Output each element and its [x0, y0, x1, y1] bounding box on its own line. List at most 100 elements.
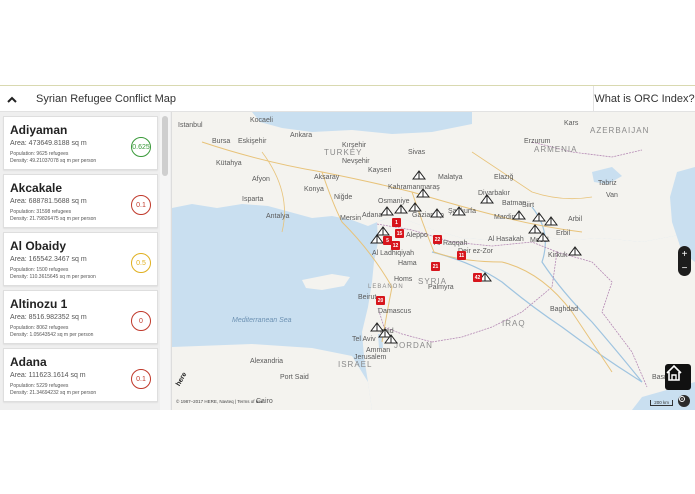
city-label: Alexandria — [250, 358, 284, 365]
city-label: Ankara — [290, 132, 313, 139]
camp-tent-icon[interactable] — [380, 206, 394, 216]
camp-name: Adiyaman — [10, 123, 68, 137]
map-marker[interactable]: 11 — [457, 251, 466, 260]
camp-tent-icon[interactable] — [452, 206, 466, 216]
zoom-in-button[interactable]: + — [678, 247, 691, 261]
map-settings-button[interactable] — [678, 395, 690, 407]
app-title: Syrian Refugee Conflict Map — [36, 93, 177, 105]
app-frame: Syrian Refugee Conflict Map What is ORC … — [0, 0, 695, 494]
city-label: Bursa — [212, 138, 231, 145]
city-label: Amman — [366, 347, 391, 354]
map-marker[interactable]: 1 — [392, 218, 401, 227]
map-marker[interactable]: 12 — [391, 241, 400, 250]
city-label: Kütahya — [216, 160, 242, 167]
collapse-button[interactable] — [4, 92, 20, 106]
city-label: Siirt — [522, 202, 535, 209]
map-view[interactable]: TURKEY SYRIA IRAQ ARMENIA AZERBAIJAN JOR… — [172, 112, 695, 410]
camp-tent-icon[interactable] — [370, 234, 384, 244]
city-label: Aksaray — [314, 174, 340, 181]
gear-icon — [679, 396, 685, 402]
camp-tent-icon[interactable] — [536, 232, 550, 242]
map-scale: 200 km — [650, 400, 673, 406]
city-label: Kahramanmaraş — [388, 184, 440, 191]
camp-card-al-obaidy[interactable]: Al Obaidy Area: 165542.3467 sq m Populat… — [3, 232, 158, 286]
orc-score-badge: 0.1 — [131, 195, 151, 215]
camp-density: Density: 110.3615645 sq m per person — [10, 274, 96, 280]
camp-tent-icon[interactable] — [568, 246, 582, 256]
camp-card-adana[interactable]: Adana Area: 111623.1614 sq m Population:… — [3, 348, 158, 402]
camp-list-sidebar[interactable]: Adiyaman Area: 473649.8188 sq m Populati… — [0, 112, 172, 410]
camp-population: Population: 31598 refugees — [10, 209, 72, 215]
city-label: Beirut — [358, 294, 377, 301]
camp-tent-icon[interactable] — [394, 204, 408, 214]
map-marker[interactable]: 15 — [395, 229, 404, 238]
city-label: Kirkuk — [548, 252, 568, 259]
city-label: Baghdad — [550, 306, 579, 313]
camp-card-adiyaman[interactable]: Adiyaman Area: 473649.8188 sq m Populati… — [3, 116, 158, 170]
orc-score-badge: 0.625 — [131, 137, 151, 157]
orc-score-badge: 0.1 — [131, 369, 151, 389]
camp-area: Area: 111623.1614 sq m — [10, 372, 86, 379]
city-label: Erbil — [556, 230, 571, 237]
camp-name: Adana — [10, 355, 47, 369]
country-label-jordan: JORDAN — [394, 341, 433, 350]
city-label: Antalya — [266, 213, 290, 220]
city-label: Isparta — [242, 196, 264, 203]
camp-tent-icon[interactable] — [412, 170, 426, 180]
scrollbar-thumb[interactable] — [162, 116, 168, 176]
chevron-up-icon — [7, 96, 17, 103]
city-label: Elazığ — [494, 174, 514, 181]
city-label: Al Hasakah — [488, 236, 524, 243]
camp-card-akcakale[interactable]: Akcakale Area: 688781.5688 sq m Populati… — [3, 174, 158, 228]
city-label: Damascus — [378, 308, 412, 315]
city-label: Sivas — [408, 149, 426, 156]
city-label: Palmyra — [428, 284, 454, 291]
sea-label-mediterranean: Mediterranean Sea — [232, 317, 292, 324]
camp-card-altinozu-1[interactable]: Altinozu 1 Area: 8516.982352 sq m Popula… — [3, 290, 158, 344]
city-label: Jerusalem — [354, 354, 387, 361]
city-label: Niğde — [334, 194, 353, 201]
camp-area: Area: 165542.3467 sq m — [10, 256, 87, 263]
camp-tent-icon[interactable] — [512, 210, 526, 220]
home-camp-button[interactable] — [665, 364, 691, 390]
orc-score-badge: 0.5 — [131, 253, 151, 273]
sidebar-scrollbar[interactable] — [160, 112, 170, 410]
camp-name: Al Obaidy — [10, 239, 67, 253]
city-label: Nevşehir — [342, 158, 370, 165]
camp-area: Area: 8516.982352 sq m — [10, 314, 87, 321]
camp-tent-icon[interactable] — [384, 334, 398, 344]
app-header: Syrian Refugee Conflict Map What is ORC … — [0, 86, 695, 112]
orc-score-badge: 0 — [131, 311, 151, 331]
map-marker[interactable]: 22 — [433, 235, 442, 244]
map-marker[interactable]: 20 — [376, 296, 385, 305]
camp-tent-icon[interactable] — [544, 216, 558, 226]
camp-density: Density: 21.79826475 sq m per person — [10, 216, 97, 222]
camp-name: Akcakale — [10, 181, 63, 195]
city-label: Arbil — [568, 216, 583, 223]
map-marker[interactable]: 21 — [431, 262, 440, 271]
camp-tent-icon[interactable] — [416, 188, 430, 198]
country-label-turkey: TURKEY — [324, 148, 363, 157]
orc-index-link[interactable]: What is ORC Index? — [593, 86, 695, 111]
city-label: Port Said — [280, 374, 309, 381]
camp-tent-icon[interactable] — [480, 194, 494, 204]
camp-density: Density: 21.34694232 sq m per person — [10, 390, 97, 396]
zoom-out-button[interactable]: − — [678, 261, 691, 275]
map-base-layer — [172, 112, 695, 410]
city-label: Istanbul — [178, 122, 203, 129]
city-label: Tabriz — [598, 180, 617, 187]
map-marker[interactable]: 42 — [473, 273, 482, 282]
camp-tent-icon[interactable] — [430, 208, 444, 218]
country-label-lebanon: LEBANON — [368, 284, 404, 290]
city-label: Kars — [564, 120, 579, 127]
city-label: Homs — [394, 276, 413, 283]
camp-density: Density: 1.05643542 sq m per person — [10, 332, 94, 338]
camp-population: Population: 1500 refugees — [10, 267, 69, 273]
city-label: Kayseri — [368, 167, 392, 174]
home-icon — [666, 364, 682, 381]
camp-tent-icon[interactable] — [408, 202, 422, 212]
camp-area: Area: 473649.8188 sq m — [10, 140, 87, 147]
zoom-control: + − — [678, 246, 691, 276]
map-copyright[interactable]: © 1987–2017 HERE, Navteq | Terms of use — [176, 399, 263, 404]
camp-name: Altinozu 1 — [10, 297, 68, 311]
